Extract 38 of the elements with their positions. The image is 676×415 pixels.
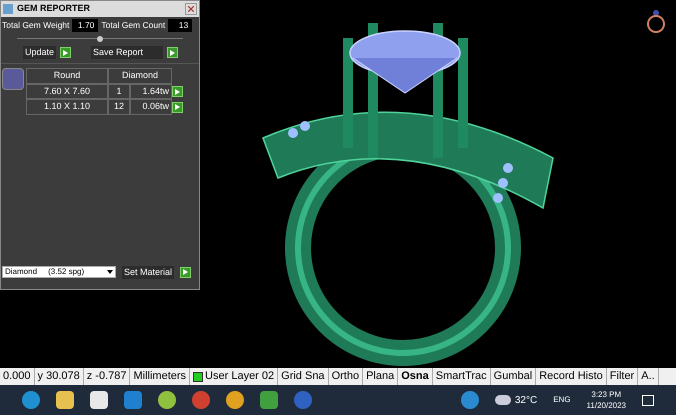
play-icon (175, 104, 180, 110)
play-icon (183, 269, 188, 276)
notification-icon[interactable] (642, 394, 654, 406)
language-indicator[interactable]: ENG (553, 394, 571, 406)
window-title: GEM REPORTER (17, 2, 92, 16)
total-count-label: Total Gem Count (101, 19, 166, 32)
play-icon (175, 88, 180, 94)
app-icon[interactable] (158, 391, 176, 409)
update-button[interactable] (60, 47, 72, 58)
total-count-value: 13 (168, 19, 192, 32)
set-material-button[interactable] (180, 266, 192, 278)
app-icon[interactable] (260, 391, 278, 409)
total-weight-value: 1.70 (72, 19, 98, 32)
divider-slider[interactable] (17, 38, 183, 43)
table-cell: 1.64tw (130, 84, 172, 100)
set-material-label: Set Material (122, 266, 174, 279)
table-cell: 1 (108, 84, 130, 100)
column-header: Diamond (108, 68, 172, 84)
weather-icon (494, 395, 511, 405)
dropdown-arrow-icon (107, 270, 113, 274)
table-cell: 1.10 X 1.10 (26, 99, 108, 115)
table-cell: 7.60 X 7.60 (26, 84, 108, 100)
column-header: Round (26, 68, 108, 84)
material-dropdown[interactable]: Diamond (3.52 spg) (2, 266, 116, 278)
save-report-label: Save Report (91, 46, 164, 60)
close-button[interactable] (185, 3, 197, 15)
update-label: Update (23, 46, 56, 60)
row-action-button[interactable] (172, 102, 183, 112)
clock[interactable]: 3:23 PM 11/20/2023 (586, 389, 626, 411)
save-report-button[interactable] (167, 47, 178, 58)
close-icon (188, 6, 194, 12)
table-cell: 12 (108, 99, 130, 115)
play-icon (170, 50, 176, 56)
table-cell: 0.06tw (130, 99, 172, 115)
total-weight-label: Total Gem Weight (2, 19, 70, 32)
play-icon (63, 50, 68, 56)
temperature: 32°C (514, 394, 538, 408)
ring-icon[interactable] (645, 8, 667, 34)
